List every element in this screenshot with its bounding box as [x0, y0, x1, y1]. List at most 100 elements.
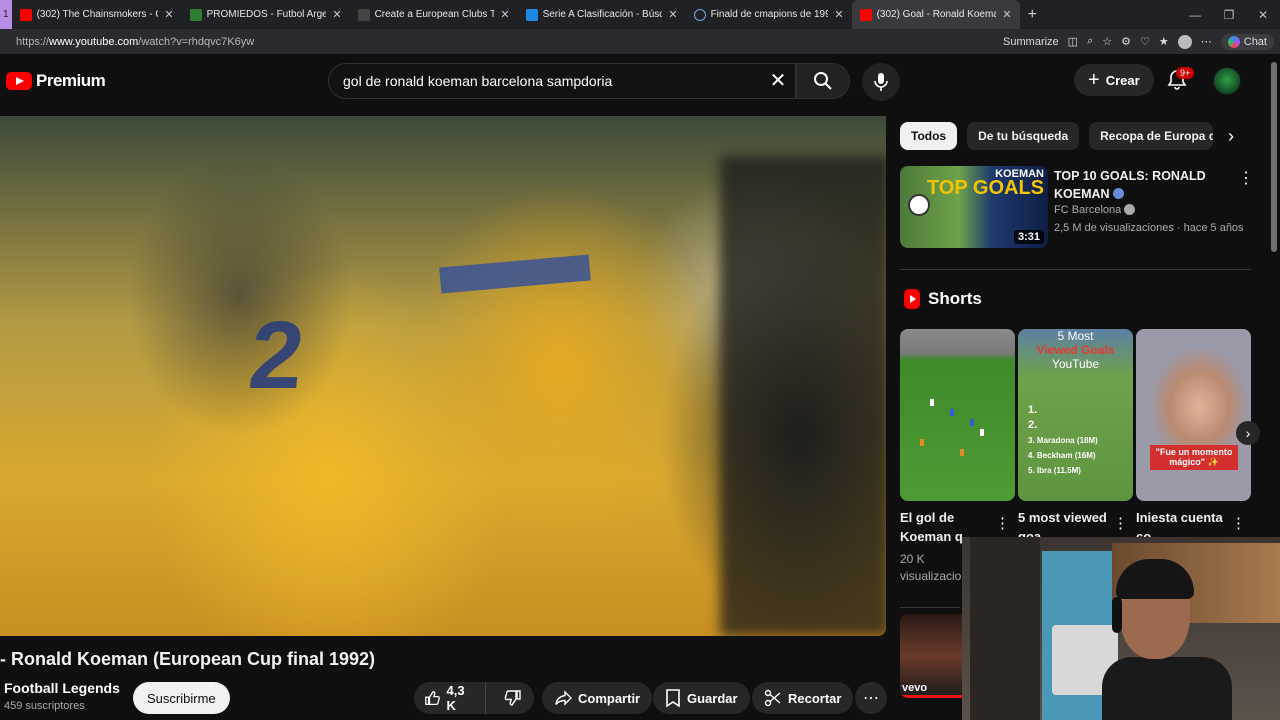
tab-final-1992[interactable]: Finald de cmapions de 1992 - Búsq ✕ — [686, 0, 852, 29]
short-thumbnail-koeman[interactable] — [900, 329, 1015, 501]
save-button[interactable]: Guardar — [653, 682, 750, 714]
search-favicon-icon — [693, 8, 706, 21]
address-bar[interactable]: https://www.youtube.com/watch?v=rhdqvc7K… — [0, 29, 1280, 54]
streamer — [1102, 557, 1232, 720]
recommended-title[interactable]: TOP 10 GOALS: RONALD KOEMAN — [1054, 167, 1234, 203]
close-window-icon[interactable]: ✕ — [1246, 8, 1280, 22]
search-input[interactable]: gol de ronald koeman barcelona sampdoria… — [328, 63, 796, 99]
tab-pinned[interactable]: 1 — [0, 0, 12, 29]
url-text[interactable]: https://www.youtube.com/watch?v=rhdqvc7K… — [16, 36, 254, 48]
short-thumbnail-viewed-goals[interactable]: 5 Most Viewed Goals YouTube 1. 2. 3. Marad… — [1018, 329, 1133, 501]
close-tab-icon[interactable]: ✕ — [668, 8, 677, 21]
shorts-next-arrow-icon[interactable]: › — [1236, 421, 1260, 445]
extensions-icon[interactable]: ⚙ — [1121, 35, 1131, 48]
voice-search-button[interactable] — [862, 63, 900, 101]
window-controls: — ❐ ✕ — [1178, 0, 1280, 29]
close-tab-icon[interactable]: ✕ — [834, 8, 843, 21]
list-item: 3. Maradona (18M) — [1028, 436, 1098, 445]
recommended-video[interactable]: KOEMAN TOP GOALS 3:31 TOP 10 GOALS: RONA… — [900, 166, 1260, 250]
new-tab-button[interactable]: + — [1020, 0, 1050, 29]
chevron-right-icon[interactable]: › — [1220, 125, 1242, 147]
section-divider — [900, 269, 1251, 270]
logo-text: Premium — [36, 71, 106, 90]
tab-serie-a[interactable]: Serie A Clasificación - Búsqueda ✕ — [518, 0, 686, 29]
favorites-icon[interactable]: ★ — [1159, 35, 1169, 48]
search-value: gol de ronald koeman barcelona sampdoria — [343, 73, 613, 89]
streamer-body — [1102, 657, 1232, 720]
channel-name[interactable]: Football Legends — [4, 680, 120, 696]
tab-chainsmokers[interactable]: (302) The Chainsmokers - Closer (L ✕ — [12, 0, 182, 29]
chip-recopa[interactable]: Recopa de Europa de — [1089, 122, 1214, 150]
subscribe-button[interactable]: Suscribirme — [133, 682, 230, 714]
summarize-button[interactable]: Summarize — [1003, 36, 1059, 48]
clip-button[interactable]: Recortar — [752, 682, 854, 714]
chip-from-search[interactable]: De tu búsqueda — [967, 122, 1080, 150]
short-thumbnail-iniesta[interactable]: "Fue un momento mágico" ✨ — [1136, 329, 1251, 501]
emoji-globe-icon — [1113, 188, 1125, 199]
collections-icon[interactable]: ♡ — [1140, 35, 1150, 48]
short-caption-2: Viewed Goals — [1036, 343, 1115, 357]
minimize-icon[interactable]: — — [1178, 8, 1212, 22]
video-thumbnail[interactable]: KOEMAN TOP GOALS 3:31 — [900, 166, 1048, 248]
subscriber-count: 459 suscriptores — [4, 700, 85, 712]
youtube-favicon-icon — [19, 8, 32, 21]
share-icon — [555, 690, 572, 706]
section-divider — [900, 607, 960, 608]
account-avatar[interactable] — [1213, 67, 1241, 95]
close-tab-icon[interactable]: ✕ — [332, 8, 341, 21]
short-menu-icon[interactable]: ⋮ — [995, 514, 1010, 532]
filter-chips: Todos De tu búsqueda Recopa de Europa de — [900, 122, 1214, 150]
tab-promiedos[interactable]: PROMIEDOS - Futbol Argentino - ✕ — [182, 0, 350, 29]
list-item: 5. Ibra (11.5M) — [1028, 466, 1081, 475]
browser-toolbar: Summarize ◫ ⌕ ☆ ⚙ ♡ ★ ⋯ Chat — [1003, 29, 1274, 54]
video-menu-icon[interactable]: ⋮ — [1238, 168, 1254, 188]
favorite-star-icon[interactable]: ☆ — [1102, 35, 1112, 48]
scrollbar-thumb[interactable] — [1271, 62, 1277, 252]
vevo-label: vevo — [902, 682, 928, 694]
close-tab-icon[interactable]: ✕ — [164, 8, 173, 21]
video-player[interactable]: 2 — [0, 116, 886, 636]
bookmark-icon — [666, 689, 680, 707]
list-item: 2. — [1028, 419, 1038, 431]
like-button[interactable]: 4,3 K — [414, 682, 486, 714]
video-title: - Ronald Koeman (European Cup final 1992… — [0, 649, 376, 669]
clear-search-icon[interactable]: ✕ — [767, 70, 789, 92]
more-actions-button[interactable]: ⋯ — [855, 682, 887, 714]
youtube-premium-logo[interactable]: Premium — [6, 71, 106, 91]
promiedos-favicon-icon — [189, 8, 202, 21]
chip-all[interactable]: Todos — [900, 122, 958, 150]
short-caption-3: YouTube — [1051, 357, 1100, 371]
create-button[interactable]: + Crear — [1074, 64, 1154, 96]
share-button[interactable]: Compartir — [542, 682, 653, 714]
copilot-chat-button[interactable]: Chat — [1220, 33, 1274, 50]
restore-icon[interactable]: ❐ — [1212, 8, 1246, 22]
tab-tierlist[interactable]: Create a European Clubs Tier List ✕ — [350, 0, 518, 29]
dislike-button[interactable] — [492, 682, 534, 714]
webcam-background-door — [970, 537, 1040, 720]
youtube-header: Premium gol de ronald koeman barcelona s… — [0, 54, 1270, 110]
scissors-icon — [764, 689, 781, 707]
plus-icon: + — [1088, 68, 1100, 91]
tab-pinned-label: 1 — [3, 9, 9, 20]
tab-koeman-goal[interactable]: (302) Goal - Ronald Koeman (Euro ✕ — [851, 0, 1020, 29]
short-menu-icon[interactable]: ⋮ — [1113, 514, 1128, 532]
video-duration: 3:31 — [1013, 230, 1044, 244]
clip-label: Recortar — [788, 690, 842, 706]
profile-icon[interactable] — [1177, 34, 1192, 49]
short-goal-list: 1. 2. 3. Maradona (18M) 4. Beckham (16M)… — [1028, 403, 1098, 478]
microphone-icon — [874, 73, 888, 91]
short-menu-icon[interactable]: ⋮ — [1231, 514, 1246, 532]
url-path: /watch?v=rhdqvc7K6yw — [138, 35, 255, 48]
music-video-thumbnail[interactable]: vevo — [900, 614, 962, 698]
close-tab-icon[interactable]: ✕ — [500, 8, 509, 21]
menu-dots-icon[interactable]: ⋯ — [1201, 35, 1212, 48]
close-tab-icon[interactable]: ✕ — [1002, 8, 1011, 21]
search-button[interactable] — [796, 63, 850, 99]
recommended-channel[interactable]: FC Barcelona — [1054, 204, 1136, 216]
notifications-badge: 9+ — [1176, 67, 1195, 79]
short-caption: 5 Most Viewed Goals YouTube — [1018, 329, 1133, 371]
split-screen-icon[interactable]: ◫ — [1068, 35, 1078, 48]
share-label: Compartir — [578, 690, 641, 706]
zoom-icon[interactable]: ⌕ — [1087, 35, 1093, 48]
save-label: Guardar — [687, 690, 738, 706]
